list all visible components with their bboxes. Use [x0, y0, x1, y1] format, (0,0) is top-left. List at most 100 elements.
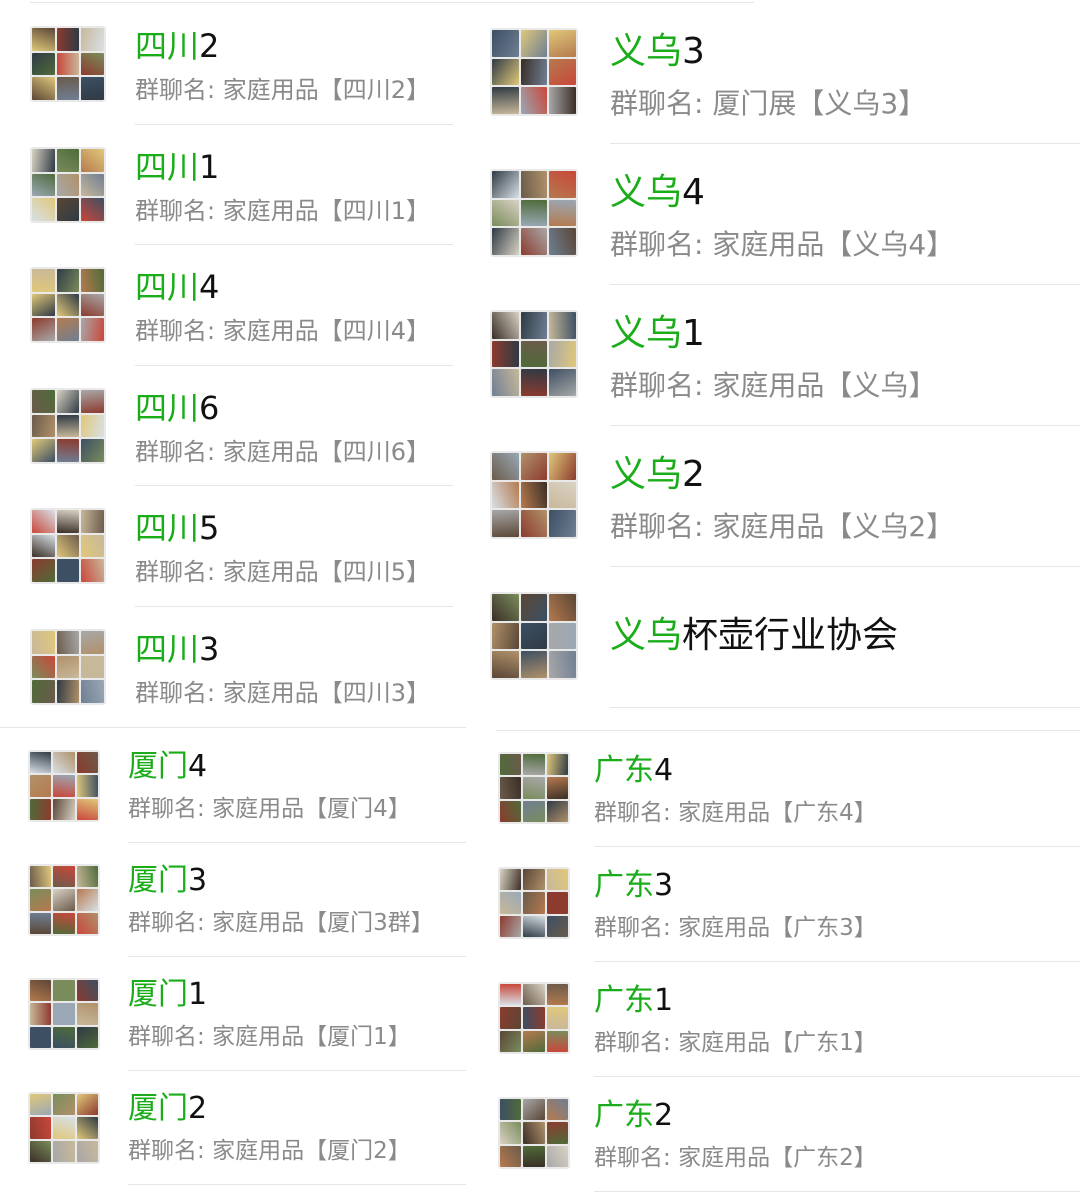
avatar-tile: [549, 622, 576, 650]
group-title: 义乌杯壶行业协会: [610, 615, 899, 656]
avatar-tile: [56, 439, 80, 462]
avatar-tile: [53, 889, 75, 911]
list-item[interactable]: 厦门2 群聊名: 家庭用品【厦门2】: [0, 1092, 470, 1196]
list-item[interactable]: 四川1 群聊名: 家庭用品【四川1】: [0, 147, 470, 247]
avatar-tile: [81, 52, 104, 76]
avatar-tile: [492, 510, 519, 537]
avatar-tile: [56, 28, 80, 51]
list-item[interactable]: 义乌杯壶行业协会: [490, 592, 1080, 708]
group-subtitle: 群聊名: 家庭用品【义乌4】: [610, 228, 955, 261]
avatar-tile: [500, 800, 522, 822]
group-title: 厦门1: [128, 977, 208, 1012]
avatar-tile: [523, 892, 545, 914]
avatar-tile: [492, 594, 519, 621]
list-item[interactable]: 四川2 群聊名: 家庭用品【四川2】: [0, 26, 470, 126]
group-title: 义乌4: [610, 172, 705, 213]
avatar-tile: [56, 534, 80, 558]
avatar-tile: [32, 52, 55, 76]
group-avatar: [30, 267, 106, 343]
avatar-tile: [56, 293, 80, 317]
list-item[interactable]: 四川3 群聊名: 家庭用品【四川3】: [0, 629, 470, 729]
list-item[interactable]: 厦门1 群聊名: 家庭用品【厦门1】: [0, 978, 470, 1082]
group-title: 义乌1: [610, 313, 705, 354]
divider: [135, 124, 453, 125]
divider: [135, 606, 453, 607]
group-title: 义乌2: [610, 454, 705, 495]
panel-sichuan-groups: 四川2 群聊名: 家庭用品【四川2】 四川1 群聊名: 家庭用品【四川1】 四川…: [0, 0, 470, 730]
avatar-tile: [523, 800, 545, 822]
list-item[interactable]: 广东2 群聊名: 家庭用品【广东2】: [490, 1097, 1080, 1196]
group-title: 广东4: [594, 753, 674, 788]
avatar-tile: [523, 915, 545, 937]
avatar-tile: [492, 481, 519, 509]
avatar-tile: [549, 312, 576, 339]
avatar-tile: [32, 77, 55, 100]
avatar-tile: [523, 1099, 545, 1121]
avatar-tile: [76, 1117, 98, 1139]
group-subtitle: 群聊名: 家庭用品【四川5】: [135, 558, 430, 586]
divider: [610, 425, 1080, 426]
avatar-tile: [32, 655, 55, 679]
avatar-tile: [56, 390, 80, 413]
avatar-tile: [53, 1140, 75, 1162]
avatar-tile: [53, 775, 75, 797]
list-item[interactable]: 义乌2 群聊名: 家庭用品【义乌2】: [490, 451, 1080, 567]
group-title: 四川3: [135, 630, 220, 668]
group-subtitle: 群聊名: 家庭用品【四川3】: [135, 679, 430, 707]
group-subtitle: 群聊名: 家庭用品【广东1】: [594, 1030, 877, 1056]
divider: [594, 1076, 1080, 1077]
avatar-tile: [546, 777, 568, 799]
list-item[interactable]: 义乌3 群聊名: 厦门展【义乌3】: [490, 28, 1080, 144]
avatar-tile: [523, 1122, 545, 1144]
avatar-tile: [520, 481, 548, 509]
avatar-tile: [492, 651, 519, 678]
list-item[interactable]: 四川5 群聊名: 家庭用品【四川5】: [0, 508, 470, 608]
list-item[interactable]: 义乌1 群聊名: 家庭用品【义乌】: [490, 310, 1080, 426]
divider: [128, 842, 466, 843]
avatar-tile: [523, 1145, 545, 1167]
group-title: 厦门2: [128, 1091, 208, 1126]
avatar-tile: [76, 1026, 98, 1048]
avatar-tile: [30, 980, 52, 1002]
avatar-tile: [30, 752, 52, 774]
avatar-tile: [30, 1117, 52, 1139]
avatar-tile: [30, 1140, 52, 1162]
group-subtitle: 群聊名: 厦门展【义乌3】: [610, 87, 927, 120]
group-avatar: [30, 388, 106, 464]
list-item[interactable]: 四川6 群聊名: 家庭用品【四川6】: [0, 388, 470, 488]
avatar-tile: [53, 798, 75, 820]
list-item[interactable]: 四川4 群聊名: 家庭用品【四川4】: [0, 267, 470, 367]
list-item[interactable]: 厦门3 群聊名: 家庭用品【厦门3群】: [0, 864, 470, 968]
group-avatar: [30, 508, 106, 584]
list-item[interactable]: 广东4 群聊名: 家庭用品【广东4】: [490, 752, 1080, 860]
group-avatar: [30, 147, 106, 223]
avatar-tile: [520, 171, 548, 198]
list-item[interactable]: 义乌4 群聊名: 家庭用品【义乌4】: [490, 169, 1080, 285]
avatar-tile: [56, 559, 80, 582]
list-item[interactable]: 厦门4 群聊名: 家庭用品【厦门4】: [0, 750, 470, 854]
avatar-tile: [32, 318, 55, 341]
group-subtitle: 群聊名: 家庭用品【四川2】: [135, 76, 430, 104]
avatar-tile: [76, 752, 98, 774]
avatar-tile: [32, 414, 55, 438]
avatar-tile: [500, 984, 522, 1006]
divider: [594, 1191, 1080, 1192]
avatar-tile: [30, 866, 52, 888]
avatar-tile: [30, 1094, 52, 1116]
avatar-tile: [32, 559, 55, 582]
avatar-tile: [81, 28, 104, 51]
group-subtitle: 群聊名: 家庭用品【义乌】: [610, 369, 937, 402]
avatar-tile: [30, 1003, 52, 1025]
avatar-tile: [549, 87, 576, 114]
group-title: 四川2: [135, 27, 220, 65]
list-item[interactable]: 广东3 群聊名: 家庭用品【广东3】: [490, 867, 1080, 975]
list-item[interactable]: 广东1 群聊名: 家庭用品【广东1】: [490, 982, 1080, 1090]
group-title: 义乌3: [610, 31, 705, 72]
avatar-tile: [523, 984, 545, 1006]
avatar-tile: [81, 534, 104, 558]
avatar-tile: [520, 622, 548, 650]
avatar-tile: [56, 149, 80, 172]
avatar-tile: [546, 984, 568, 1006]
avatar-tile: [492, 369, 519, 396]
group-avatar: [28, 864, 100, 936]
